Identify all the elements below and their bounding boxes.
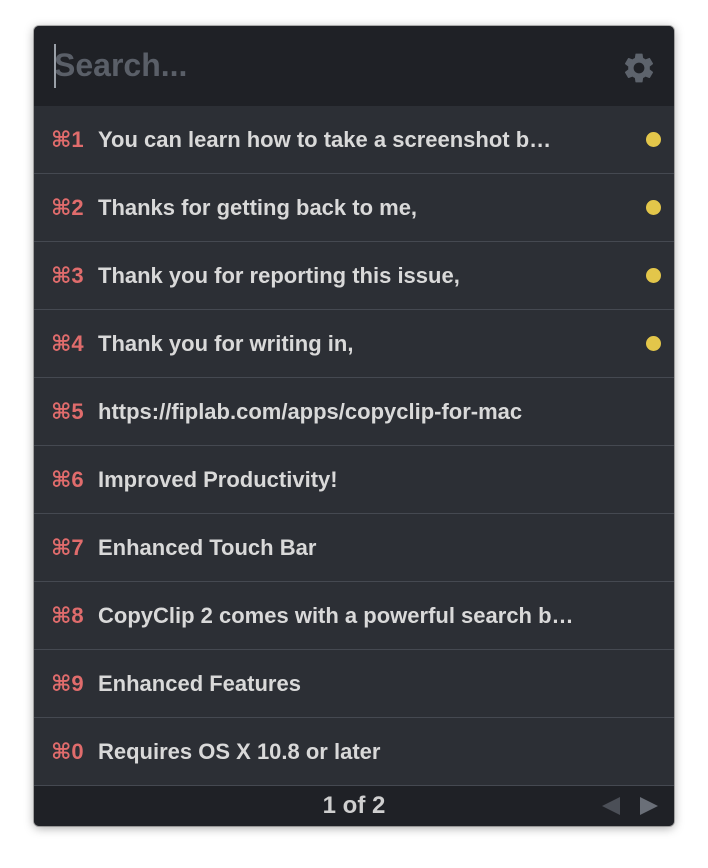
copyclip-window: ⌘1 You can learn how to take a screensho… [34, 26, 674, 826]
search-bar [34, 26, 674, 106]
shortcut-label: ⌘9 [51, 671, 84, 696]
shortcut-label: ⌘6 [51, 467, 84, 492]
shortcut-label: ⌘1 [51, 127, 84, 152]
search-input[interactable] [54, 40, 614, 90]
shortcut-label: ⌘8 [51, 603, 84, 628]
clip-text: Thank you for writing in, [98, 331, 354, 356]
list-item[interactable]: ⌘2 Thanks for getting back to me, [34, 174, 674, 242]
list-item[interactable]: ⌘3 Thank you for reporting this issue, [34, 242, 674, 310]
shortcut-label: ⌘4 [51, 331, 84, 356]
clip-text: Thanks for getting back to me, [98, 195, 418, 220]
clip-list: ⌘1 You can learn how to take a screensho… [34, 106, 674, 786]
pinned-dot-icon [646, 268, 661, 283]
list-item[interactable]: ⌘0 Requires OS X 10.8 or later [34, 718, 674, 786]
list-item[interactable]: ⌘6 Improved Productivity! [34, 446, 674, 514]
text-caret [54, 44, 56, 88]
list-item[interactable]: ⌘8 CopyClip 2 comes with a powerful sear… [34, 582, 674, 650]
gear-icon[interactable] [621, 50, 657, 86]
clip-text: Enhanced Touch Bar [98, 535, 317, 560]
list-item[interactable]: ⌘5 https://fiplab.com/apps/copyclip-for-… [34, 378, 674, 446]
pinned-dot-icon [646, 132, 661, 147]
shortcut-label: ⌘5 [51, 399, 84, 424]
arrow-right-icon[interactable] [640, 797, 658, 815]
arrow-left-icon[interactable] [602, 797, 620, 815]
shortcut-label: ⌘7 [51, 535, 84, 560]
list-item[interactable]: ⌘9 Enhanced Features [34, 650, 674, 718]
shortcut-label: ⌘3 [51, 263, 84, 288]
pagination-footer: 1 of 2 [34, 786, 674, 826]
pinned-dot-icon [646, 200, 661, 215]
list-item[interactable]: ⌘7 Enhanced Touch Bar [34, 514, 674, 582]
clip-text: CopyClip 2 comes with a powerful search … [98, 603, 574, 628]
list-item[interactable]: ⌘1 You can learn how to take a screensho… [34, 106, 674, 174]
clip-text: Enhanced Features [98, 671, 301, 696]
page-indicator: 1 of 2 [322, 792, 386, 819]
shortcut-label: ⌘2 [51, 195, 84, 220]
clip-text: You can learn how to take a screenshot b… [98, 127, 552, 152]
clip-text: Requires OS X 10.8 or later [98, 739, 381, 764]
clip-text: https://fiplab.com/apps/copyclip-for-mac [98, 399, 523, 424]
clip-text: Thank you for reporting this issue, [98, 263, 460, 288]
list-item[interactable]: ⌘4 Thank you for writing in, [34, 310, 674, 378]
pinned-dot-icon [646, 336, 661, 351]
shortcut-label: ⌘0 [51, 739, 84, 764]
clip-text: Improved Productivity! [98, 467, 338, 492]
